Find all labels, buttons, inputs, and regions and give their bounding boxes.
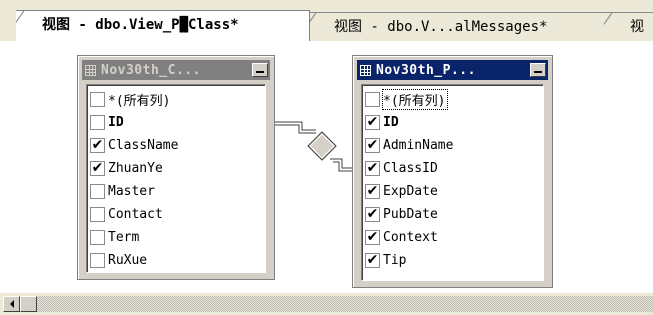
column-name: *(所有列) [108,94,171,109]
tab-view-messages[interactable]: 视图 - dbo.V...alMessages* [308,12,608,40]
column-checkbox[interactable]: ✔ [365,115,380,130]
column-checkbox[interactable]: ✔ [365,207,380,222]
document-tab-strip: 视图 - dbo.View_P█Class* 视图 - dbo.V...alMe… [0,0,653,42]
diagram-pane[interactable]: Nov30th_C... *(所有列) ID ✔ ClassName ✔ ZhuanYe M… [0,41,653,293]
column-checkbox[interactable]: ✔ [365,230,380,245]
scroll-left-arrow-icon [9,300,14,308]
column-row[interactable]: ✔ ClassName [90,134,265,157]
column-checkbox[interactable]: ✔ [365,253,380,268]
table-window-p[interactable]: Nov30th_P... *(所有列) ✔ ID ✔ AdminName ✔ ClassID… [352,55,553,288]
column-name: ZhuanYe [108,161,163,176]
column-row[interactable]: Term [90,226,265,249]
tab-label: 视图 - dbo.V...alMessages* [334,19,548,35]
tab-view-more[interactable]: 视 [604,12,653,40]
column-row[interactable]: ✔ ExpDate [365,180,543,203]
column-name: ID [383,115,399,130]
table-title: Nov30th_C... [101,62,201,78]
column-row[interactable]: RuXue [90,249,265,272]
column-name: Contact [108,207,163,222]
column-name: ClassID [383,161,438,176]
horizontal-scrollbar[interactable] [0,293,653,315]
column-checkbox[interactable] [365,92,380,107]
column-name: ID [108,115,124,130]
column-row[interactable]: ID [90,111,265,134]
minimize-icon[interactable] [252,63,268,77]
column-checkbox[interactable] [90,253,105,268]
column-checkbox[interactable]: ✔ [365,161,380,176]
column-name: Master [108,184,155,199]
column-list[interactable]: *(所有列) ✔ ID ✔ AdminName ✔ ClassID ✔ ExpDate ✔ PubD… [361,84,544,281]
grid-icon [85,64,96,76]
tab-view-pmclass[interactable]: 视图 - dbo.View_P█Class* [16,10,310,41]
column-row[interactable]: ✔ ZhuanYe [90,157,265,180]
column-checkbox[interactable] [90,184,105,199]
column-checkbox[interactable] [90,207,105,222]
column-list[interactable]: *(所有列) ID ✔ ClassName ✔ ZhuanYe Master Contact T… [86,84,266,273]
minimize-icon[interactable] [530,63,546,77]
column-name: Context [383,230,438,245]
column-row[interactable]: ✔ ClassID [365,157,543,180]
table-titlebar[interactable]: Nov30th_C... [82,60,270,80]
column-row[interactable]: ✔ AdminName [365,134,543,157]
column-name: Term [108,230,140,245]
tab-edge [16,11,40,41]
tab-label: 视图 - dbo.View_P█Class* [42,17,239,33]
column-checkbox[interactable]: ✔ [365,138,380,153]
column-row[interactable]: ✔ Tip [365,249,543,272]
table-window-class[interactable]: Nov30th_C... *(所有列) ID ✔ ClassName ✔ ZhuanYe M… [77,55,275,280]
grid-icon [360,64,371,76]
column-checkbox[interactable]: ✔ [90,138,105,153]
column-name: AdminName [383,138,454,153]
table-titlebar[interactable]: Nov30th_P... [357,60,548,80]
tab-edge [604,13,628,40]
column-checkbox[interactable] [90,92,105,107]
column-checkbox[interactable] [90,115,105,130]
column-row[interactable]: Contact [90,203,265,226]
column-row[interactable]: ✔ PubDate [365,203,543,226]
column-row[interactable]: *(所有列) [90,88,265,111]
scroll-track[interactable] [37,296,653,312]
column-checkbox[interactable]: ✔ [90,161,105,176]
column-name: Tip [383,253,407,268]
column-name: PubDate [383,207,438,222]
column-name: RuXue [108,253,148,268]
tab-edge [308,13,332,40]
table-title: Nov30th_P... [376,62,476,78]
column-row[interactable]: Master [90,180,265,203]
join-diamond-icon[interactable] [307,131,337,161]
column-name: ExpDate [383,184,438,199]
column-checkbox[interactable]: ✔ [365,184,380,199]
column-row[interactable]: *(所有列) [365,88,543,111]
scroll-thumb[interactable] [20,296,37,312]
column-row[interactable]: ✔ ID [365,111,543,134]
scroll-left-button[interactable] [3,296,20,312]
column-checkbox[interactable] [90,230,105,245]
tab-label: 视 [630,19,644,35]
column-name: *(所有列) [381,89,449,110]
column-name: ClassName [108,138,179,153]
column-row[interactable]: ✔ Context [365,226,543,249]
